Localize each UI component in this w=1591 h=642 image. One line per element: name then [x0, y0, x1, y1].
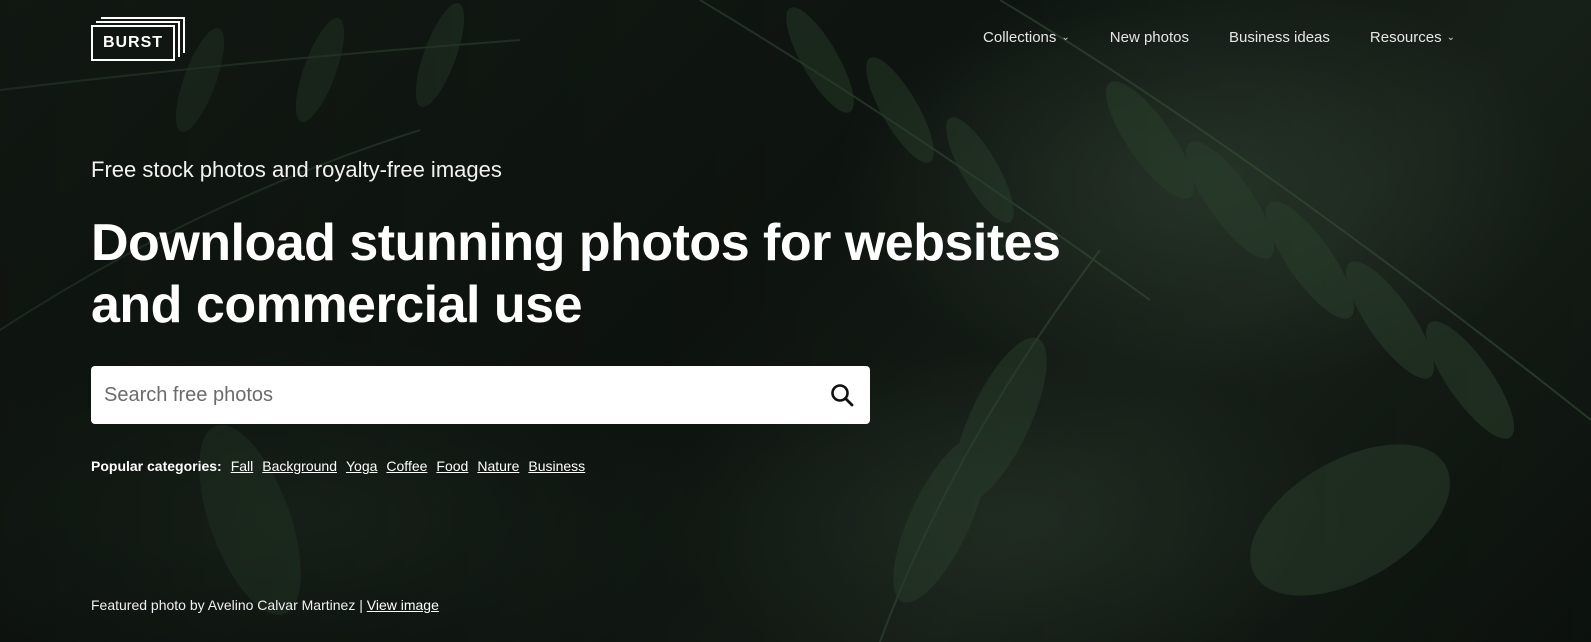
category-link-yoga[interactable]: Yoga — [346, 458, 377, 474]
top-navigation: BURST Collections ⌄ New photos Business … — [0, 0, 1591, 80]
popular-categories-label: Popular categories: — [91, 458, 222, 474]
search-button[interactable] — [814, 366, 870, 424]
nav-item-resources[interactable]: Resources ⌄ — [1370, 29, 1455, 46]
hero-subtitle: Free stock photos and royalty-free image… — [91, 157, 502, 182]
category-link-business[interactable]: Business — [528, 458, 585, 474]
nav-item-new-photos[interactable]: New photos — [1110, 29, 1189, 46]
view-image-link[interactable]: View image — [367, 597, 439, 613]
hero-section: BURST Collections ⌄ New photos Business … — [0, 0, 1591, 642]
nav-item-label: Business ideas — [1229, 29, 1330, 46]
nav-item-business-ideas[interactable]: Business ideas — [1229, 29, 1330, 46]
search-bar — [91, 366, 870, 424]
category-link-background[interactable]: Background — [262, 458, 337, 474]
category-link-nature[interactable]: Nature — [477, 458, 519, 474]
chevron-down-icon: ⌄ — [1446, 32, 1455, 43]
category-link-fall[interactable]: Fall — [231, 458, 254, 474]
nav-item-label: New photos — [1109, 29, 1189, 46]
photo-credit-text: Featured photo by Avelino Calvar Martine… — [91, 597, 367, 613]
category-link-coffee[interactable]: Coffee — [386, 458, 427, 474]
photo-credit: Featured photo by Avelino Calvar Martine… — [91, 597, 439, 613]
logo-text: BURST — [91, 25, 175, 61]
chevron-down-icon: ⌄ — [1061, 32, 1070, 43]
nav-item-collections[interactable]: Collections ⌄ — [983, 29, 1070, 46]
category-link-food[interactable]: Food — [436, 458, 468, 474]
search-input[interactable] — [91, 366, 814, 424]
search-icon — [831, 384, 854, 407]
nav-item-label: Resources — [1369, 29, 1442, 46]
popular-categories: Popular categories: Fall Background Yoga… — [91, 458, 585, 474]
burst-logo[interactable]: BURST — [91, 17, 185, 61]
nav-item-label: Collections — [983, 29, 1057, 46]
hero-headline: Download stunning photos for websites an… — [91, 214, 1061, 334]
main-nav: Collections ⌄ New photos Business ideas … — [983, 29, 1455, 46]
